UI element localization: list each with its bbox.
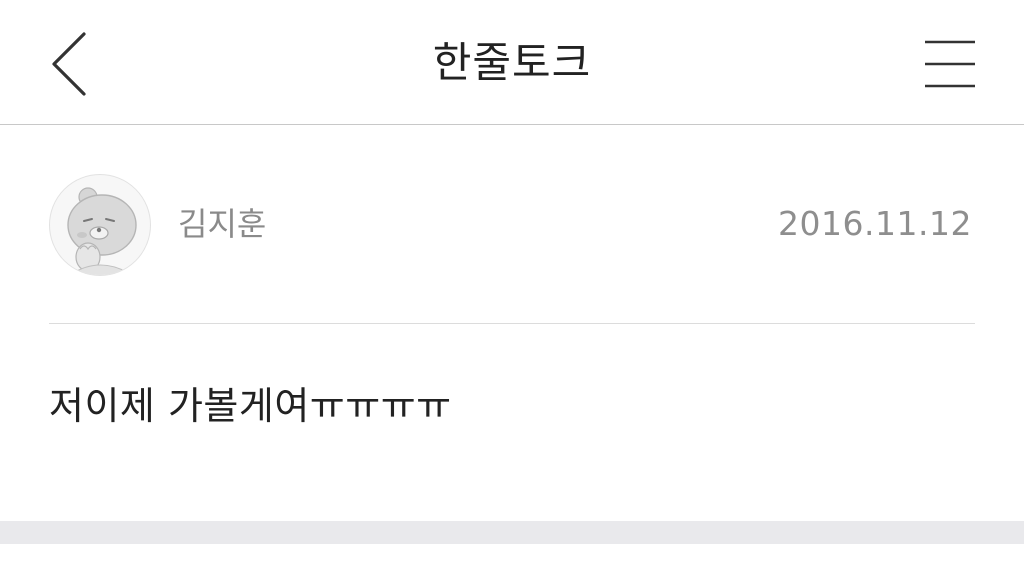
content-divider <box>49 323 975 324</box>
post-date: 2016.11.12 <box>778 204 972 243</box>
app-screen: 한줄토크 김지훈 2016.11.12 저이제 가볼게여ㅠㅠㅠㅠ <box>0 0 1024 577</box>
author-name: 김지훈 <box>178 205 267 243</box>
page-title: 한줄토크 <box>432 38 592 87</box>
section-separator <box>0 521 1024 544</box>
top-navigation-bar: 한줄토크 <box>0 0 1024 125</box>
hamburger-menu-icon <box>925 40 975 88</box>
avatar[interactable] <box>49 174 151 276</box>
post-content: 저이제 가볼게여ㅠㅠㅠㅠ <box>49 384 452 428</box>
bear-avatar-icon <box>67 187 137 275</box>
post-meta-row: 김지훈 2016.11.12 <box>0 126 1024 324</box>
menu-button[interactable] <box>915 30 985 98</box>
